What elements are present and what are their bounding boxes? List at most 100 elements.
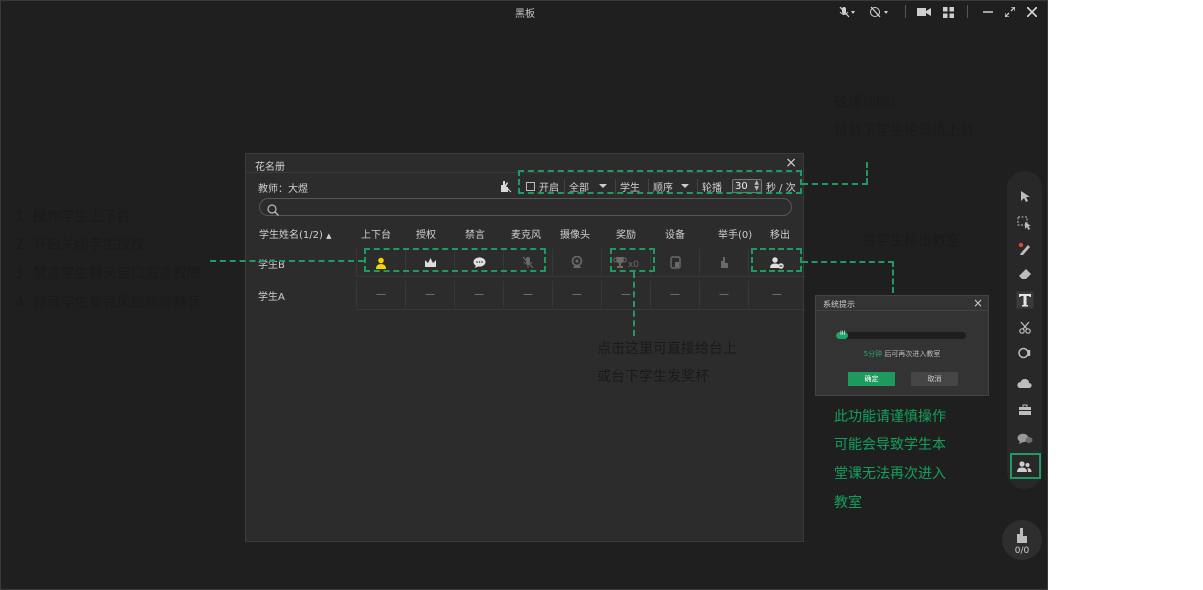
- highlight-remove: [751, 248, 802, 272]
- title-bar: 黑板: [1, 1, 1049, 23]
- device-cell: —: [650, 281, 699, 308]
- confirm-button[interactable]: 确定: [848, 372, 895, 386]
- dialog-close-button[interactable]: ×: [973, 296, 983, 310]
- title-separator: [905, 5, 906, 18]
- column-header-microphone: 麦克风: [511, 230, 541, 241]
- laser-tool-button[interactable]: [1007, 342, 1042, 364]
- cancel-button[interactable]: 取消: [911, 372, 958, 386]
- annotation-warning-line2: 可能会导致学生本: [834, 437, 946, 453]
- close-icon[interactable]: [1023, 4, 1041, 20]
- raise-hand-cell: —: [699, 281, 748, 308]
- tool-bar: [1007, 171, 1042, 489]
- microphone-cell: —: [503, 281, 552, 308]
- highlight-row-controls: [364, 248, 546, 272]
- sound-off-icon[interactable]: [867, 4, 893, 20]
- remove-cell: —: [748, 281, 805, 308]
- search-input[interactable]: [259, 198, 792, 216]
- chat-panel-button[interactable]: [1007, 428, 1042, 450]
- column-header-raise-hand: 举手(0): [718, 230, 753, 241]
- annotation-warning-line3: 堂课无法再次进入: [834, 466, 946, 482]
- raise-hand-icon: [720, 257, 728, 268]
- annotation-mute-chat: 3. 禁言学生聊天窗口发言权限: [15, 266, 201, 282]
- connector-remove: [802, 261, 894, 263]
- annotation-microphone: 4. 静音学生麦克风或解除静音: [15, 295, 201, 311]
- column-header-authorize: 授权: [416, 230, 436, 241]
- dialog-title: 系统提示: [823, 300, 855, 309]
- mic-off-icon[interactable]: [837, 4, 859, 20]
- laser-pointer-icon: [1018, 347, 1031, 359]
- pointer-tool-button[interactable]: [1007, 185, 1042, 207]
- raise-hand-status: [699, 249, 748, 276]
- annotation-stage: 1. 操作学生上下台: [15, 209, 131, 225]
- highlight-roster-button: [1010, 453, 1041, 479]
- column-header-camera: 摄像头: [560, 230, 590, 241]
- sort-up-icon[interactable]: ▲: [326, 232, 331, 240]
- marquee-select-icon: [1017, 216, 1031, 230]
- eraser-icon: [1018, 269, 1031, 279]
- countdown-time: 5分钟: [863, 350, 883, 358]
- connector-reward: [633, 272, 635, 336]
- toolbox-icon: [1018, 404, 1031, 415]
- connector-row-controls: [210, 260, 364, 262]
- reward-cell: —: [601, 281, 650, 308]
- countdown-progress-fill: III: [836, 330, 848, 339]
- title-separator: [967, 5, 968, 18]
- eraser-tool-button[interactable]: [1007, 263, 1042, 285]
- row-divider: [356, 309, 805, 310]
- dialog-message: 5分钟 后可再次进入教室: [816, 349, 988, 359]
- student-name: 学生B: [258, 260, 285, 271]
- cloud-tool-button[interactable]: [1007, 372, 1042, 394]
- student-name: 学生A: [258, 292, 285, 303]
- grid-layout-icon[interactable]: [939, 4, 957, 20]
- camera-icon[interactable]: [915, 4, 933, 20]
- raise-hand-counter-button[interactable]: 0/0: [1002, 520, 1042, 560]
- minimize-icon[interactable]: [979, 4, 997, 20]
- roster-close-button[interactable]: ×: [785, 155, 797, 171]
- table-row: 学生A — — — — — — — — —: [246, 281, 803, 308]
- annotation-reward-line1: 点击这里可直接给台上: [597, 341, 737, 357]
- device-info[interactable]: [650, 249, 699, 276]
- row-divider: [356, 276, 805, 277]
- text-icon: [1016, 291, 1033, 309]
- column-header-device: 设备: [665, 230, 685, 241]
- annotation-authorize: 2. 开启关闭学生授权: [15, 237, 145, 253]
- column-header-name-label: 学生姓名(1/2): [259, 230, 323, 241]
- pen-tool-button[interactable]: [1007, 238, 1042, 260]
- teacher-name: 教师：大煜: [258, 184, 308, 195]
- toolbox-button[interactable]: [1007, 399, 1042, 421]
- annotation-warning-line1: 此功能请谨慎操作: [834, 409, 946, 425]
- highlight-reward: [610, 248, 655, 272]
- search-icon: [267, 201, 279, 220]
- column-header-mute-chat: 禁言: [465, 230, 485, 241]
- progress-text: III: [840, 330, 846, 337]
- column-header-stage: 上下台: [361, 230, 391, 241]
- connector-rotate: [866, 162, 868, 184]
- countdown-progress: III: [836, 330, 966, 339]
- cursor-icon: [1020, 190, 1030, 202]
- stage-cell: —: [356, 281, 405, 308]
- text-tool-button[interactable]: [1007, 289, 1042, 311]
- scissors-tool-button[interactable]: [1007, 316, 1042, 338]
- cloud-icon: [1017, 378, 1032, 388]
- pen-icon: [1018, 242, 1030, 255]
- annotation-remove: 将学生移出教室: [862, 233, 960, 249]
- annotation-rotate-desc: 将台下学生轮流请上台: [834, 123, 974, 139]
- dialog-message-text: 后可再次进入教室: [884, 350, 941, 358]
- connector-remove: [892, 261, 894, 293]
- column-header-reward: 奖励: [616, 230, 636, 241]
- camera-toggle[interactable]: [552, 249, 601, 276]
- scissors-icon: [1018, 321, 1031, 334]
- stage: 黑板 花名册 × 教师：大煜 开启 全部 学生 顺序 轮播 30 ▲ ▼ 秒 /…: [0, 0, 1203, 590]
- mute-chat-cell: —: [454, 281, 503, 308]
- annotation-rotate-title: 轮播功能：: [834, 95, 904, 111]
- connector-rotate: [802, 183, 868, 185]
- annotation-reward-line2: 或台下学生发奖杯: [597, 369, 709, 385]
- column-header-name[interactable]: 学生姓名(1/2) ▲: [259, 226, 331, 241]
- raise-hand-clear-icon[interactable]: [498, 178, 512, 197]
- authorize-cell: —: [405, 281, 454, 308]
- select-tool-button[interactable]: [1007, 212, 1042, 234]
- device-icon: [669, 256, 681, 269]
- annotation-warning-line4: 教室: [834, 495, 862, 511]
- fullscreen-icon[interactable]: [1001, 4, 1019, 20]
- raise-hand-icon: [1017, 528, 1027, 543]
